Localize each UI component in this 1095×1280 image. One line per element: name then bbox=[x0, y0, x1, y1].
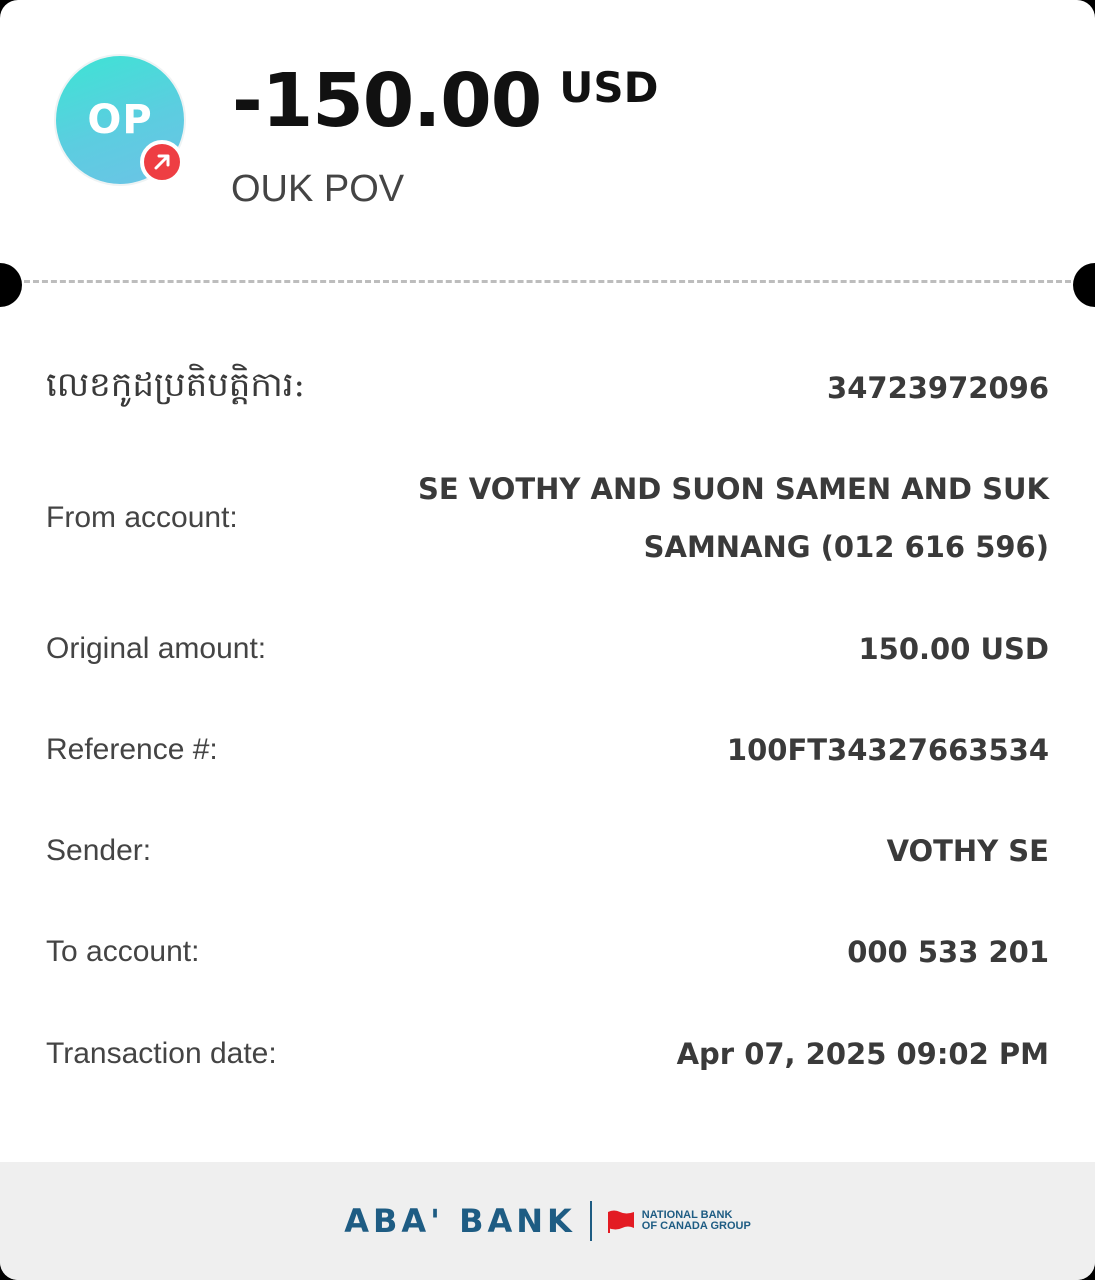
detail-row-transaction-id: លេខកូដប្រតិបត្តិការ: 34723972096 bbox=[46, 362, 1049, 414]
reference-label: Reference #: bbox=[46, 733, 218, 766]
detail-row-transaction-date: Transaction date: Apr 07, 2025 09:02 PM bbox=[46, 1029, 1049, 1079]
to-account-value: 000 533 201 bbox=[847, 935, 1049, 969]
brand-divider bbox=[589, 1201, 592, 1241]
ticket-notch-left bbox=[0, 263, 22, 307]
transaction-receipt: OP -150.00 USD OUK POV លេខកូដប្រតិបត្តិក… bbox=[0, 0, 1095, 1280]
arrow-up-right-icon bbox=[140, 140, 184, 184]
partner-name: NATIONAL BANK OF CANADA GROUP bbox=[642, 1210, 751, 1232]
aba-bank-logo: ABA' BANK bbox=[344, 1202, 576, 1240]
reference-value: 100FT34327663534 bbox=[726, 733, 1049, 767]
recipient-name: OUK POV bbox=[231, 168, 405, 210]
original-amount-label: Original amount: bbox=[46, 632, 267, 665]
transfer-amount: -150.00 USD bbox=[232, 58, 659, 144]
detail-row-from-account: From account: SE VOTHY AND SUON SAMEN AN… bbox=[46, 460, 1049, 576]
detail-row-sender: Sender: VOTHY SE bbox=[46, 826, 1049, 876]
amount-currency: USD bbox=[559, 63, 659, 112]
from-account-value: SE VOTHY AND SUON SAMEN AND SUK SAMNANG … bbox=[417, 472, 1049, 564]
transaction-id-value: 34723972096 bbox=[827, 371, 1049, 405]
bank-branding: ABA' BANK NATIONAL BANK OF CANADA GROUP bbox=[344, 1201, 751, 1241]
detail-row-to-account: To account: 000 533 201 bbox=[46, 927, 1049, 977]
sender-value: VOTHY SE bbox=[886, 834, 1049, 868]
from-account-label: From account: bbox=[46, 501, 238, 534]
transaction-date-value: Apr 07, 2025 09:02 PM bbox=[676, 1037, 1049, 1071]
partner-logo: NATIONAL BANK OF CANADA GROUP bbox=[606, 1208, 751, 1234]
sender-label: Sender: bbox=[46, 834, 152, 867]
to-account-label: To account: bbox=[46, 935, 200, 968]
dashed-separator bbox=[24, 280, 1071, 283]
amount-value: -150.00 bbox=[232, 58, 542, 144]
transaction-date-label: Transaction date: bbox=[46, 1037, 277, 1070]
detail-row-original-amount: Original amount: 150.00 USD bbox=[46, 624, 1049, 674]
partner-name-line2: OF CANADA GROUP bbox=[641, 1220, 751, 1232]
national-bank-flag-icon bbox=[607, 1210, 634, 1233]
avatar-initials: OP bbox=[87, 97, 153, 143]
transaction-id-label: លេខកូដប្រតិបត្តិការ: bbox=[46, 365, 305, 405]
receipt-footer: ABA' BANK NATIONAL BANK OF CANADA GROUP bbox=[0, 1162, 1095, 1280]
original-amount-value: 150.00 USD bbox=[858, 632, 1049, 666]
ticket-notch-right bbox=[1073, 263, 1095, 307]
detail-row-reference: Reference #: 100FT34327663534 bbox=[46, 725, 1049, 775]
